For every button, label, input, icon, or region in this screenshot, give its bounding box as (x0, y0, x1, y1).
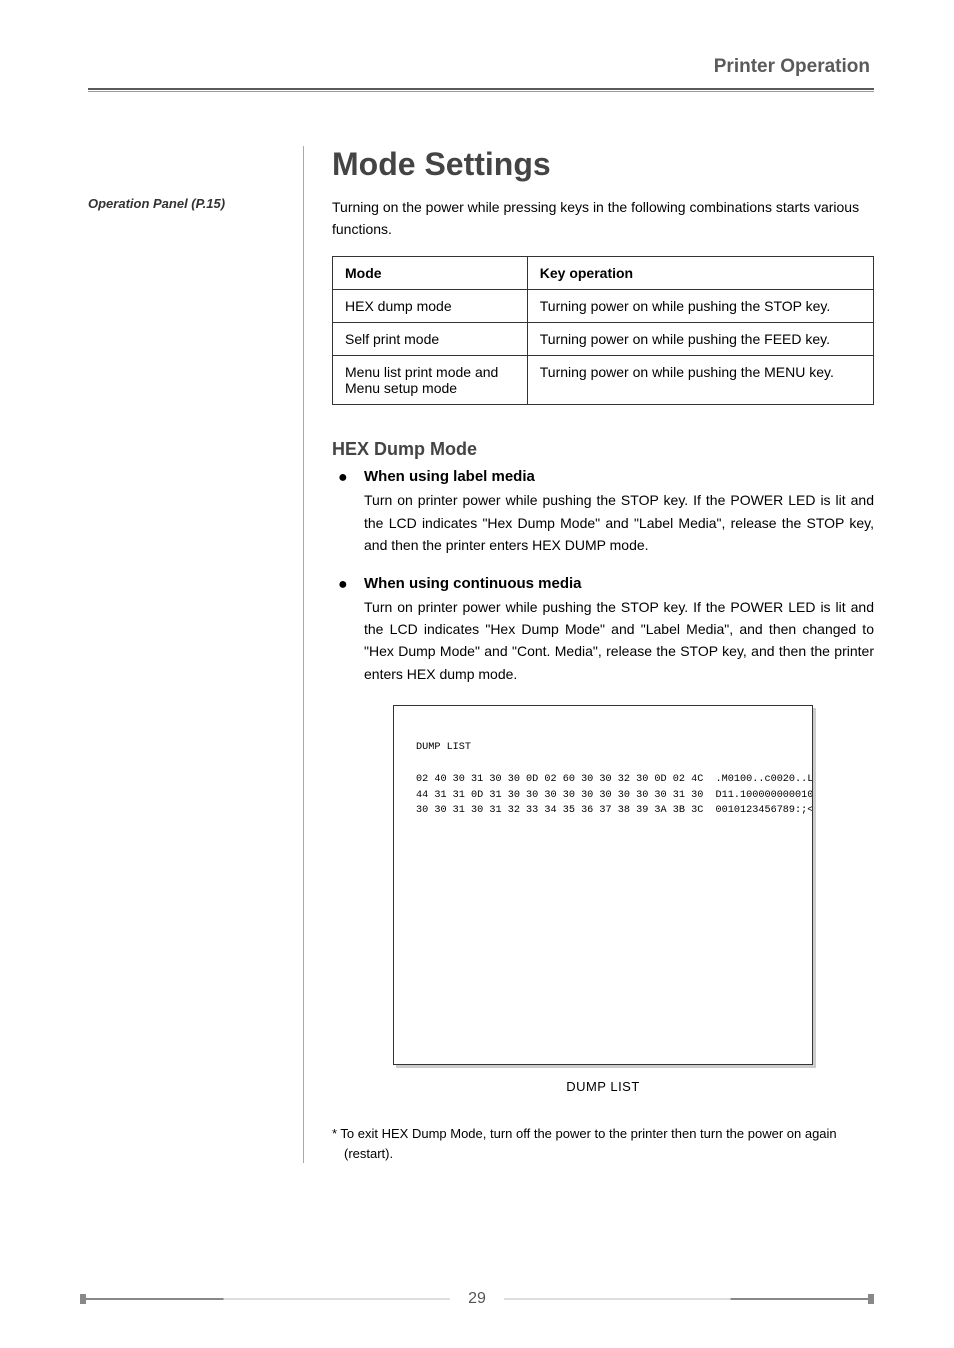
bullet-icon: ● (338, 469, 348, 487)
table-cell: Turning power on while pushing the STOP … (527, 290, 873, 323)
bullet-title: When using label media (364, 468, 874, 485)
footer-cap-icon (868, 1294, 874, 1304)
dump-caption: DUMP LIST (393, 1079, 813, 1094)
dump-title: DUMP LIST (416, 742, 471, 753)
table-header-row: Mode Key operation (333, 257, 874, 290)
bullet-item-continuous-media: ● When using continuous media Turn on pr… (332, 575, 874, 686)
hex-dump-heading: HEX Dump Mode (332, 439, 874, 460)
footer-rule (504, 1298, 869, 1300)
table-cell: Menu list print mode and Menu setup mode (333, 356, 528, 405)
dump-line: 44 31 31 0D 31 30 30 30 30 30 30 30 30 3… (416, 790, 813, 801)
dump-list-box: DUMP LIST 02 40 30 31 30 30 0D 02 60 30 … (393, 705, 813, 1065)
table-row: Self print mode Turning power on while p… (333, 323, 874, 356)
dump-line: 02 40 30 31 30 30 0D 02 60 30 30 32 30 0… (416, 774, 813, 785)
dump-list-figure: DUMP LIST 02 40 30 31 30 30 0D 02 60 30 … (393, 705, 813, 1094)
table-cell: HEX dump mode (333, 290, 528, 323)
bullet-title: When using continuous media (364, 575, 874, 592)
sidebar-reference: Operation Panel (P.15) (88, 196, 303, 211)
table-header-key: Key operation (527, 257, 873, 290)
table-cell: Turning power on while pushing the MENU … (527, 356, 873, 405)
section-header: Printer Operation (88, 56, 874, 78)
footnote: * To exit HEX Dump Mode, turn off the po… (332, 1124, 874, 1163)
table-cell: Turning power on while pushing the FEED … (527, 323, 873, 356)
table-cell: Self print mode (333, 323, 528, 356)
table-header-mode: Mode (333, 257, 528, 290)
table-row: Menu list print mode and Menu setup mode… (333, 356, 874, 405)
bullet-body: Turn on printer power while pushing the … (364, 489, 874, 556)
table-row: HEX dump mode Turning power on while pus… (333, 290, 874, 323)
bullet-icon: ● (338, 576, 348, 594)
footer-rule (85, 1298, 450, 1300)
header-rule (88, 88, 874, 92)
mode-table: Mode Key operation HEX dump mode Turning… (332, 256, 874, 405)
page-footer: 29 (80, 1290, 874, 1308)
bullet-item-label-media: ● When using label media Turn on printer… (332, 468, 874, 556)
dump-line: 30 30 31 30 31 32 33 34 35 36 37 38 39 3… (416, 805, 813, 816)
page-number: 29 (450, 1290, 504, 1308)
intro-text: Turning on the power while pressing keys… (332, 197, 874, 240)
bullet-body: Turn on printer power while pushing the … (364, 596, 874, 686)
main-heading: Mode Settings (332, 146, 874, 183)
